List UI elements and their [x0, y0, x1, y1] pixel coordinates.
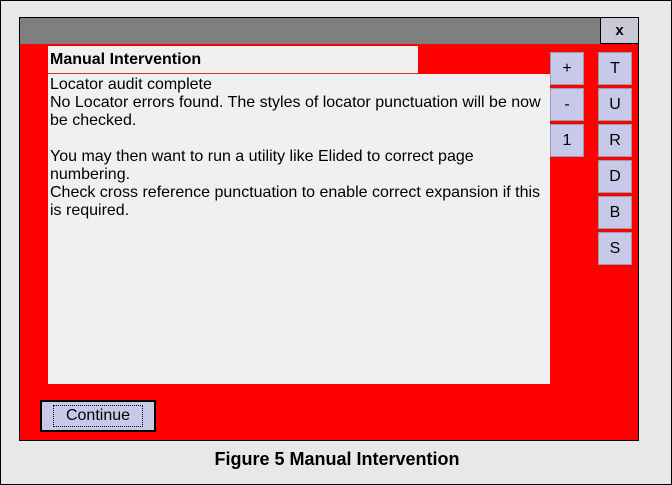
message-line: Check cross reference punctuation to ena…: [50, 184, 541, 219]
message-title: Manual Intervention: [48, 46, 418, 74]
zoom-reset-button[interactable]: 1: [550, 124, 584, 157]
zoom-in-button[interactable]: +: [550, 52, 584, 85]
manual-intervention-window: x Manual Intervention Locator audit comp…: [19, 17, 639, 441]
side-button-t[interactable]: T: [598, 52, 632, 85]
zoom-out-button[interactable]: -: [550, 88, 584, 121]
side-button-u[interactable]: U: [598, 88, 632, 121]
continue-label: Continue: [52, 405, 144, 427]
message-line: Locator audit complete: [50, 76, 212, 93]
message-line: No Locator errors found. The styles of l…: [50, 94, 541, 129]
side-button-r[interactable]: R: [598, 124, 632, 157]
continue-button[interactable]: Continue: [40, 400, 156, 432]
side-button-d[interactable]: D: [598, 160, 632, 193]
message-line: You may then want to run a utility like …: [50, 148, 474, 183]
side-button-b[interactable]: B: [598, 196, 632, 229]
side-button-s[interactable]: S: [598, 232, 632, 265]
figure-caption: Figure 5 Manual Intervention: [214, 449, 460, 469]
close-button[interactable]: x: [600, 18, 638, 44]
title-bar: x: [20, 18, 638, 44]
message-body: Locator audit complete No Locator errors…: [48, 74, 550, 384]
figure-frame: x Manual Intervention Locator audit comp…: [0, 0, 672, 485]
